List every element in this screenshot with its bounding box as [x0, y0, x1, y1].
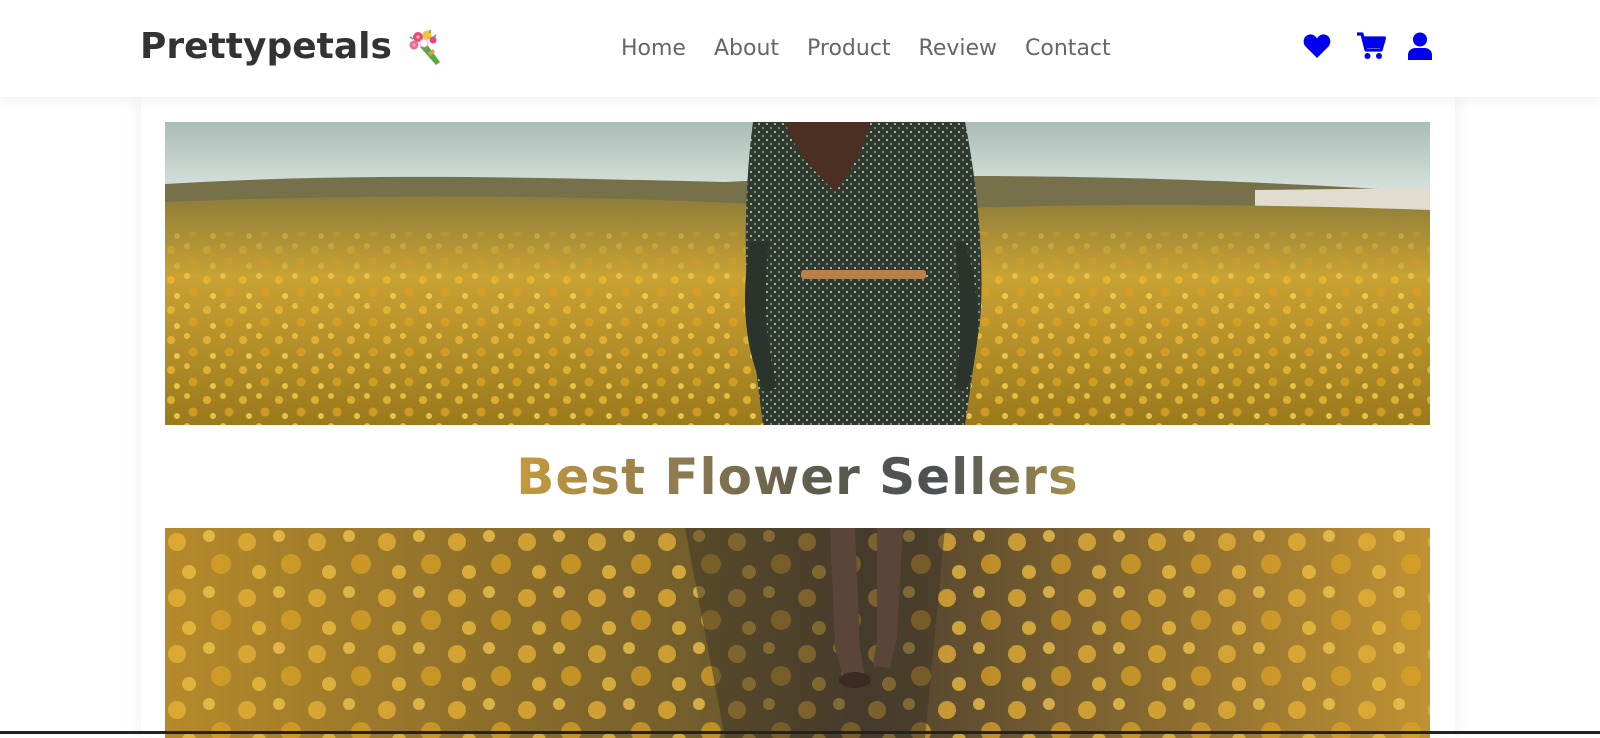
nav-link-product[interactable]: Product: [807, 36, 891, 61]
nav-link-review[interactable]: Review: [919, 36, 998, 61]
user-icon[interactable]: [1408, 32, 1432, 60]
hero-image-bottom: [165, 528, 1430, 738]
brand-name: Prettypetals: [140, 26, 392, 67]
hero-heading-wrap: Best Flower Sellers: [165, 448, 1430, 508]
bouquet-icon: [409, 29, 440, 65]
navbar: Prettypetals Home About Product Review C…: [0, 0, 1600, 97]
nav-icons: [1303, 32, 1432, 60]
brand-logo[interactable]: Prettypetals: [140, 26, 446, 67]
nav-link-home[interactable]: Home: [621, 36, 686, 61]
nav-link-about[interactable]: About: [714, 36, 779, 61]
heart-icon[interactable]: [1303, 33, 1331, 59]
nav-link-contact[interactable]: Contact: [1025, 36, 1111, 61]
nav-menu: Home About Product Review Contact: [621, 36, 1139, 61]
hero-image-top: [165, 122, 1430, 425]
cart-icon[interactable]: [1356, 32, 1386, 60]
hero-heading: Best Flower Sellers: [516, 448, 1079, 506]
